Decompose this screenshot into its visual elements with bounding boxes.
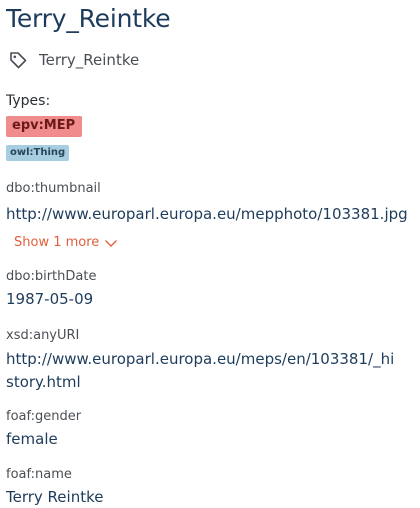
property-name: foaf:gender bbox=[6, 409, 82, 424]
property-name: xsd:anyURI bbox=[6, 328, 80, 343]
entity-label: Terry_Reintke bbox=[39, 51, 140, 69]
property-birthdate: dbo:birthDate 1987-05-09 bbox=[6, 269, 420, 310]
property-name: dbo:birthDate bbox=[6, 269, 97, 284]
types-heading: Types: bbox=[6, 93, 51, 109]
entity-panel: Terry_Reintke Terry_Reintke Types: epv:M… bbox=[6, 0, 420, 508]
show-more-label: Show 1 more bbox=[14, 235, 100, 250]
entity-label-row: Terry_Reintke bbox=[6, 46, 420, 74]
property-name: foaf:name bbox=[6, 467, 72, 482]
property-value: Terry Reintke bbox=[6, 488, 104, 506]
type-badge-thing[interactable]: owl:Thing bbox=[6, 145, 70, 161]
tag-icon bbox=[8, 50, 28, 70]
property-name-foaf: foaf:name Terry Reintke bbox=[6, 467, 420, 508]
property-gender: foaf:gender female bbox=[6, 409, 420, 450]
property-name: dbo:thumbnail bbox=[6, 181, 101, 196]
show-more-button[interactable]: Show 1 more bbox=[14, 235, 118, 250]
property-value: 1987-05-09 bbox=[6, 290, 94, 308]
property-anyuri: xsd:anyURI http://www.europarl.europa.eu… bbox=[6, 328, 420, 394]
page-title: Terry_Reintke bbox=[6, 4, 171, 33]
property-value: female bbox=[6, 430, 58, 448]
property-value-link[interactable]: http://www.europarl.europa.eu/meps/en/10… bbox=[6, 348, 398, 394]
type-badge-mep[interactable]: epv:MEP bbox=[6, 116, 83, 137]
property-thumbnail: dbo:thumbnail http://www.europarl.europa… bbox=[6, 181, 420, 250]
chevron-down-icon bbox=[105, 239, 118, 247]
property-value-link[interactable]: http://www.europarl.europa.eu/mepphoto/1… bbox=[6, 203, 420, 225]
